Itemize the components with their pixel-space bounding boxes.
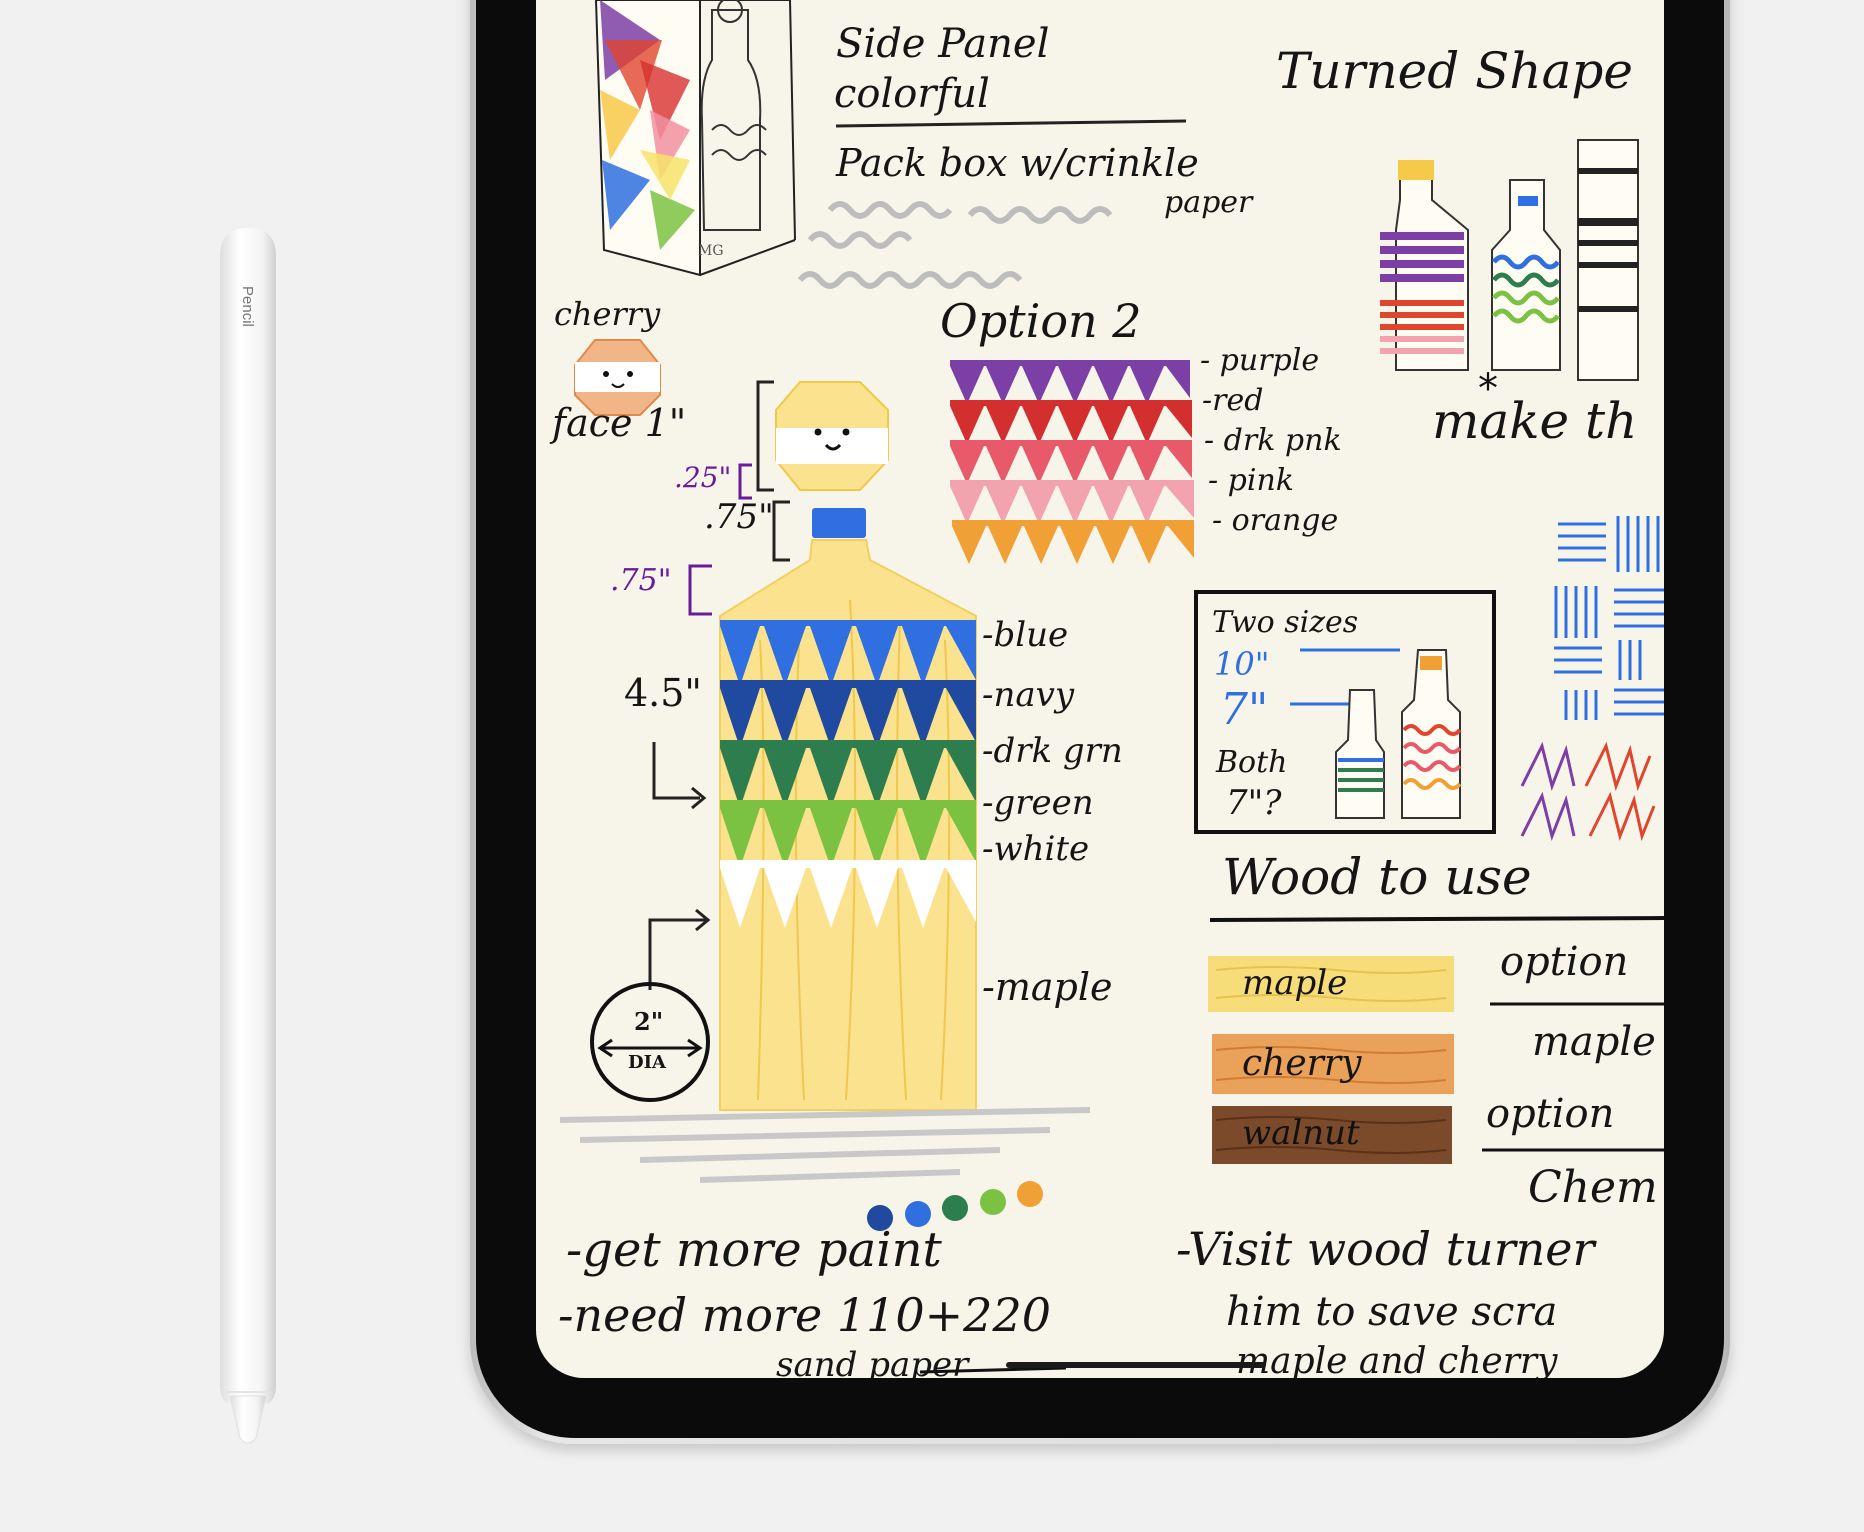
stripe-label-dark-green: -drk grn <box>982 731 1123 771</box>
opt2-label-purple: - purple <box>1200 343 1320 378</box>
stripe-label-maple: -maple <box>982 965 1113 1009</box>
todo-get-paint: -get more paint <box>566 1222 942 1278</box>
todo-need-sandpaper: -need more 110+220 <box>558 1288 1051 1342</box>
ipad-device: * Side Panel colorful Pack box w/crinkle… <box>470 0 1730 1444</box>
label-paper: paper <box>1164 185 1253 220</box>
apple-pencil: Pencil <box>216 226 280 1448</box>
option2-stripes <box>950 360 1194 564</box>
opt2-dark-pink <box>950 440 1192 484</box>
pencil-brand-text: Pencil <box>239 286 256 327</box>
side-panel-sketch <box>594 0 796 277</box>
label-monogram: MG <box>698 243 724 259</box>
opt2-label-red: -red <box>1202 383 1264 418</box>
opt2-orange <box>952 520 1194 564</box>
opt2-label-pink: - pink <box>1208 463 1294 498</box>
wood-option-2-value: Chem <box>1528 1162 1658 1213</box>
two-sizes-title: Two sizes <box>1212 605 1359 640</box>
wood-option-2: option <box>1486 1091 1615 1137</box>
stripe-label-blue: -blue <box>982 615 1069 655</box>
home-indicator[interactable] <box>1006 1362 1266 1368</box>
label-make-the: make th <box>1432 392 1638 450</box>
paint-dot <box>942 1195 968 1221</box>
opt2-label-drk-pnk: - drk pnk <box>1204 423 1342 458</box>
todo-sandpaper-sub: sand paper <box>776 1345 969 1378</box>
paint-dot <box>1017 1181 1043 1207</box>
wood-option-1-value: maple <box>1532 1019 1656 1065</box>
label-cherry: cherry <box>554 295 661 333</box>
two-sizes-7in: 7" <box>1220 684 1269 735</box>
dim-025: .25" <box>674 461 732 494</box>
label-turned-shapes: Turned Shape <box>1276 42 1634 100</box>
hatch-patterns <box>1520 516 1664 842</box>
two-sizes-7in-q: 7"? <box>1226 783 1282 823</box>
todo-save-scraps: him to save scra <box>1226 1289 1558 1335</box>
two-sizes-10in: 10" <box>1214 645 1270 683</box>
dim-dia-top: 2" <box>634 1007 664 1036</box>
wood-title: Wood to use <box>1222 848 1532 906</box>
dim-dia-label: DIA <box>628 1052 666 1073</box>
opt2-red <box>950 400 1192 444</box>
dim-075-neck: .75" <box>704 497 774 537</box>
stripe-label-white: -white <box>982 829 1090 869</box>
wood-label-cherry: cherry <box>1242 1043 1362 1084</box>
option2-title: Option 2 <box>940 294 1142 348</box>
pencil-body <box>220 228 276 1444</box>
crinkle-scribble <box>797 201 1113 289</box>
label-colorful: colorful <box>834 71 990 117</box>
stripe-label-green: -green <box>982 783 1094 823</box>
wood-label-walnut: walnut <box>1242 1113 1360 1153</box>
turned-shapes-sketch <box>1380 139 1639 381</box>
opt2-label-orange: - orange <box>1212 503 1339 538</box>
todo-visit-turner: -Visit wood turner <box>1176 1222 1595 1276</box>
dim-075-shoulder: .75" <box>610 563 672 598</box>
wood-label-maple: maple <box>1242 963 1348 1003</box>
label-side-panel: Side Panel <box>836 21 1050 67</box>
dim-height: 4.5" <box>624 671 702 715</box>
stripe-label-navy: -navy <box>982 675 1075 715</box>
two-sizes-both: Both <box>1216 745 1288 780</box>
wood-option-1: option <box>1500 939 1629 985</box>
paint-dot <box>980 1189 1006 1215</box>
notes-canvas[interactable]: * Side Panel colorful Pack box w/crinkle… <box>536 0 1664 1378</box>
sketch-drawings: * <box>559 0 1664 1374</box>
ipad-bezel: * Side Panel colorful Pack box w/crinkle… <box>476 0 1724 1438</box>
label-pack-box: Pack box w/crinkle <box>836 141 1199 185</box>
opt2-purple <box>950 360 1190 404</box>
opt2-pink <box>950 480 1194 524</box>
todo-maple-cherry: maple and cherry <box>1236 1341 1558 1379</box>
label-face: face 1" <box>552 401 687 445</box>
